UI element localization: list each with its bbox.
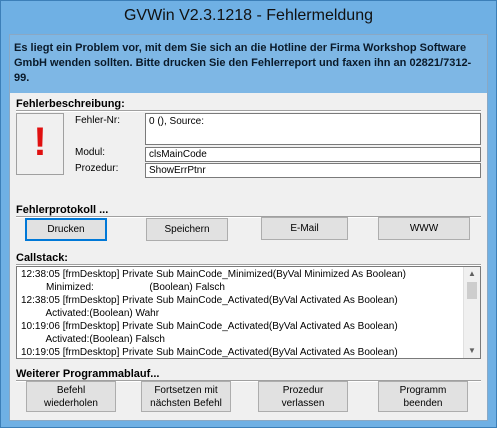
prozedur-field[interactable]: ShowErrPtnr	[145, 163, 481, 178]
modul-label: Modul:	[75, 147, 106, 158]
exclamation-icon: !	[33, 120, 47, 164]
callstack-line: Activated:(Boolean) Falsch	[21, 334, 165, 345]
intro-banner: Es liegt ein Problem vor, mit dem Sie si…	[10, 35, 487, 93]
callstack-line: 12:38:05 [frmDesktop] Private Sub MainCo…	[21, 295, 398, 306]
dialog-panel: Es liegt ein Problem vor, mit dem Sie si…	[9, 34, 488, 421]
programm-beenden-button[interactable]: Programm beenden	[378, 381, 468, 412]
prozedur-verlassen-button[interactable]: Prozedur verlassen	[258, 381, 348, 412]
prozedur-label: Prozedur:	[75, 163, 119, 174]
divider	[16, 110, 481, 112]
callstack-line: 12:38:05 [frmDesktop] Private Sub MainCo…	[21, 269, 406, 280]
weiterer-programmablauf-label: Weiterer Programmablauf...	[16, 368, 160, 380]
drucken-button[interactable]: Drucken	[25, 218, 107, 241]
fehlerprotokoll-label: Fehlerprotokoll ...	[16, 204, 109, 216]
callstack-line: Minimized: (Boolean) Falsch	[21, 282, 225, 293]
window-title: GVWin V2.3.1218 - Fehlermeldung	[123, 7, 373, 24]
modul-field[interactable]: clsMainCode	[145, 147, 481, 162]
error-dialog-window: GVWin V2.3.1218 - Fehlermeldung Es liegt…	[0, 0, 497, 428]
fortsetzen-button[interactable]: Fortsetzen mit nächsten Befehl	[141, 381, 231, 412]
title-bar[interactable]: GVWin V2.3.1218 - Fehlermeldung	[1, 1, 496, 34]
fehler-nr-field[interactable]: 0 (), Source:	[145, 113, 481, 145]
callstack-line: Activated:(Boolean) Wahr	[21, 308, 160, 319]
callstack-label: Callstack:	[16, 252, 68, 264]
www-button[interactable]: WWW	[378, 217, 470, 240]
scroll-thumb[interactable]	[467, 282, 477, 299]
befehl-wiederholen-button[interactable]: Befehl wiederholen	[26, 381, 116, 412]
scroll-up-icon[interactable]: ▲	[464, 267, 480, 281]
error-icon-box: !	[16, 113, 64, 175]
callstack-line: 10:19:06 [frmDesktop] Private Sub MainCo…	[21, 321, 398, 332]
fehler-nr-label: Fehler-Nr:	[75, 115, 121, 126]
speichern-button[interactable]: Speichern	[146, 218, 228, 241]
email-button[interactable]: E-Mail	[261, 217, 348, 240]
callstack-list[interactable]: 12:38:05 [frmDesktop] Private Sub MainCo…	[16, 266, 481, 359]
intro-text: Es liegt ein Problem vor, mit dem Sie si…	[14, 42, 472, 84]
fehlerbeschreibung-label: Fehlerbeschreibung:	[16, 98, 125, 110]
callstack-scrollbar[interactable]: ▲ ▼	[463, 267, 480, 358]
scroll-down-icon[interactable]: ▼	[464, 344, 480, 358]
callstack-line: 10:19:05 [frmDesktop] Private Sub MainCo…	[21, 347, 398, 358]
